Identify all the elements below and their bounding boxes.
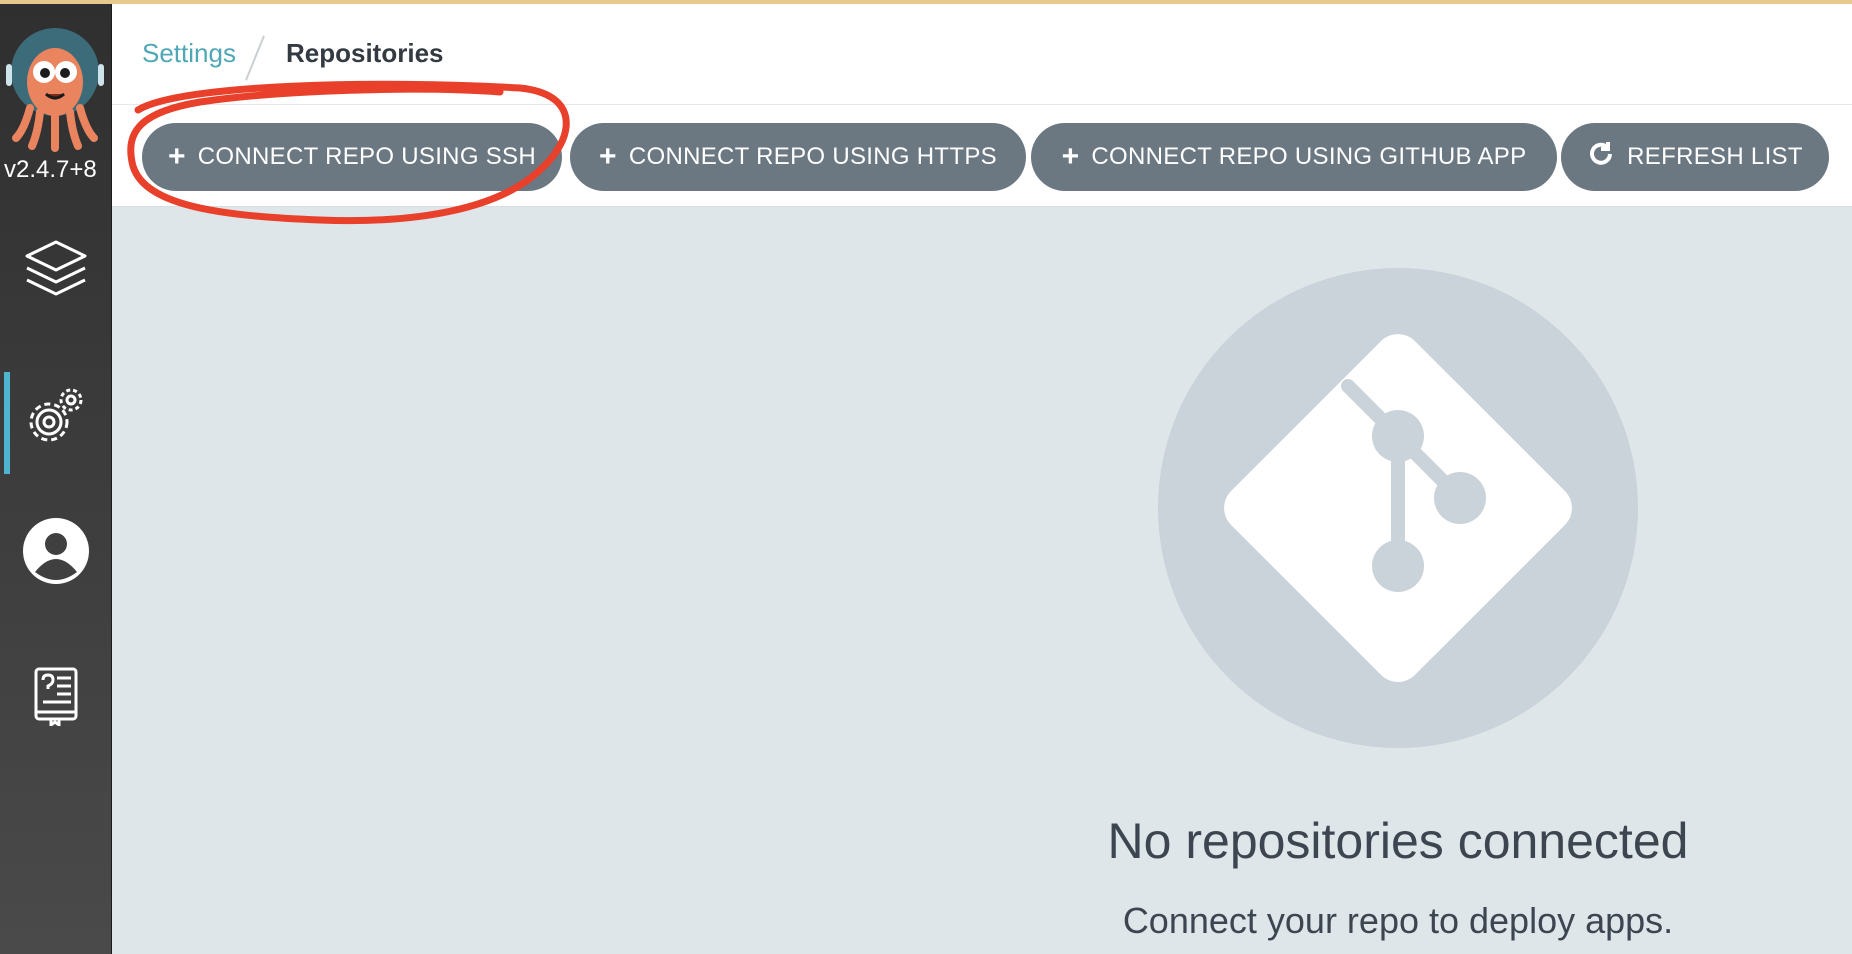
sidebar-item-user-info[interactable] <box>0 518 111 589</box>
connect-ssh-label: CONNECT REPO USING SSH <box>197 143 537 170</box>
plus-icon: + <box>1061 140 1080 173</box>
connect-https-label: CONNECT REPO USING HTTPS <box>628 143 997 170</box>
sidebar-item-documentation[interactable] <box>0 666 111 731</box>
breadcrumb-separator <box>245 35 265 81</box>
sidebar-item-settings[interactable] <box>0 384 111 451</box>
argo-logo[interactable] <box>6 24 104 152</box>
empty-state-circle <box>1158 268 1638 748</box>
plus-icon: + <box>599 140 617 173</box>
breadcrumb-settings-link[interactable]: Settings <box>142 38 236 69</box>
page-header: Settings Repositories <box>112 4 1852 105</box>
sidebar: v2.4.7+8 <box>0 4 112 954</box>
empty-state-subtitle: Connect your repo to deploy apps. <box>1122 900 1674 941</box>
empty-state-title: No repositories connected <box>1107 813 1689 869</box>
connect-repo-https-button[interactable]: + CONNECT REPO USING HTTPS <box>570 123 1026 191</box>
connect-repo-ssh-button[interactable]: + CONNECT REPO USING SSH <box>142 123 562 191</box>
user-icon <box>22 518 89 589</box>
docs-icon <box>33 666 79 731</box>
connect-github-app-label: CONNECT REPO USING GITHUB APP <box>1091 143 1527 170</box>
sidebar-item-applications[interactable] <box>0 236 111 307</box>
gear-icon <box>25 384 87 451</box>
refresh-list-button[interactable]: REFRESH LIST <box>1561 123 1829 191</box>
version-label: v2.4.7+8 <box>4 156 97 183</box>
plus-icon: + <box>167 140 186 173</box>
layers-icon <box>23 236 89 307</box>
page-title: Repositories <box>286 38 444 68</box>
refresh-icon <box>1587 140 1615 175</box>
toolbar: + CONNECT REPO USING SSH + CONNECT REPO … <box>112 105 1852 207</box>
refresh-list-label: REFRESH LIST <box>1627 143 1803 170</box>
connect-repo-github-app-button[interactable]: + CONNECT REPO USING GITHUB APP <box>1031 123 1557 191</box>
